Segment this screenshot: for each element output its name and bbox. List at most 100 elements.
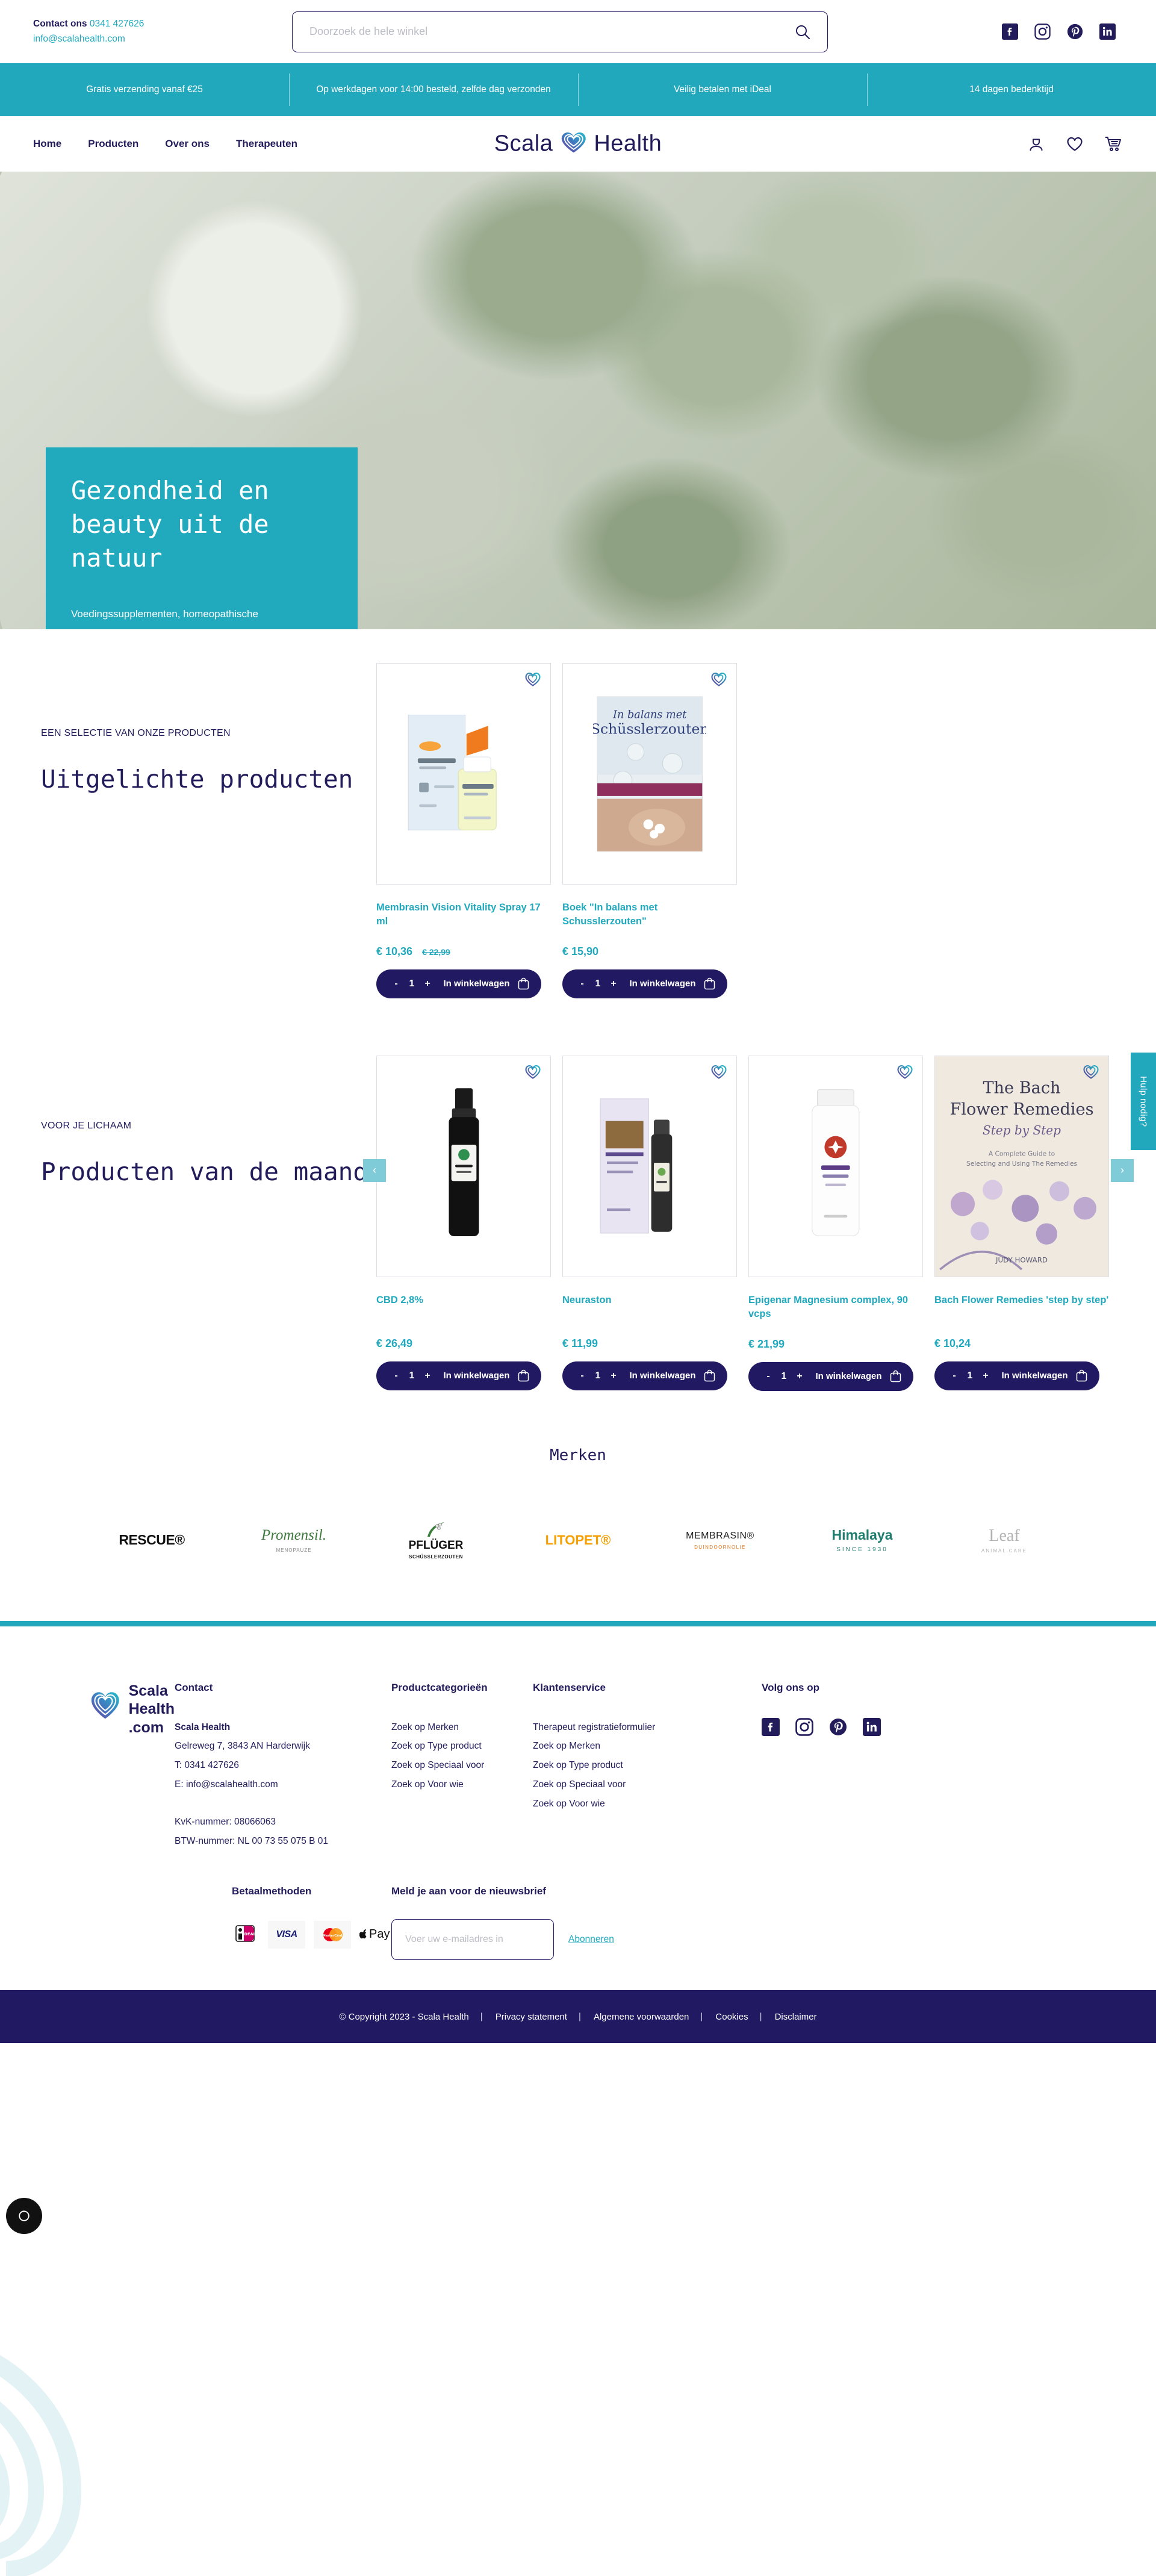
contact-label: Contact ons bbox=[33, 19, 87, 29]
product-image-box[interactable]: The Bach Flower Remedies Step by Step A … bbox=[934, 1056, 1109, 1277]
disclaimer-link[interactable]: Disclaimer bbox=[762, 2012, 830, 2022]
help-tab[interactable]: Hulp nodig? bbox=[1131, 1053, 1156, 1150]
quantity-increase-button[interactable]: + bbox=[606, 1370, 621, 1381]
email-link[interactable]: info@scalahealth.com bbox=[33, 32, 292, 46]
favorite-heart-icon[interactable] bbox=[897, 1065, 913, 1079]
product-name[interactable]: Boek "In balans met Schusslerzouten" bbox=[562, 901, 737, 929]
carousel-next-button[interactable]: › bbox=[1111, 1159, 1134, 1182]
cookies-link[interactable]: Cookies bbox=[702, 2012, 761, 2022]
carousel-prev-button[interactable]: ‹ bbox=[363, 1159, 386, 1182]
footer-service-link-therapeut[interactable]: Therapeut registratieformulier bbox=[533, 1718, 762, 1737]
brand-logo-promensil[interactable]: Promensil. MENOPAUZE bbox=[243, 1511, 344, 1569]
add-to-cart-button[interactable]: - 1 + In winkelwagen bbox=[934, 1361, 1099, 1390]
quantity-increase-button[interactable]: + bbox=[606, 978, 621, 989]
product-card[interactable]: Membrasin Vision Vitality Spray 17 ml € … bbox=[376, 663, 551, 998]
add-to-cart-label: In winkelwagen bbox=[435, 1370, 518, 1381]
pinterest-icon[interactable] bbox=[829, 1718, 847, 1736]
newsletter-subscribe-button[interactable]: Abonneren bbox=[568, 1934, 614, 1945]
product-card[interactable]: Neuraston € 11,99 - 1 + In winkelwagen bbox=[562, 1056, 737, 1391]
footer-cat-link-voor-wie[interactable]: Zoek op Voor wie bbox=[391, 1775, 533, 1794]
footer-logo-line2: Health bbox=[129, 1700, 175, 1719]
product-price-row: € 26,49 bbox=[376, 1337, 551, 1350]
linkedin-icon[interactable] bbox=[863, 1718, 881, 1736]
brand-logo-membrasin[interactable]: MEMBRASIN® DUINDOORNOLIE bbox=[670, 1511, 771, 1569]
phone-link[interactable]: 0341 427626 bbox=[90, 19, 144, 29]
search-input[interactable] bbox=[309, 25, 795, 38]
nav-link-over-ons[interactable]: Over ons bbox=[165, 138, 210, 150]
facebook-icon[interactable] bbox=[762, 1718, 780, 1736]
favorite-heart-icon[interactable] bbox=[525, 1065, 541, 1079]
product-image-box[interactable] bbox=[748, 1056, 923, 1277]
quantity-decrease-button[interactable]: - bbox=[574, 978, 590, 989]
product-card[interactable]: In balans met Schüsslerzouten Boek "In b… bbox=[562, 663, 737, 998]
footer-service-link-type-product[interactable]: Zoek op Type product bbox=[533, 1756, 762, 1775]
add-to-cart-button[interactable]: - 1 + In winkelwagen bbox=[748, 1362, 913, 1391]
product-name[interactable]: Epigenar Magnesium complex, 90 vcps bbox=[748, 1293, 923, 1322]
account-icon[interactable] bbox=[1028, 135, 1045, 152]
add-to-cart-button[interactable]: - 1 + In winkelwagen bbox=[562, 969, 727, 998]
wishlist-icon[interactable] bbox=[1066, 136, 1083, 152]
quantity-increase-button[interactable]: + bbox=[978, 1370, 993, 1381]
svg-text:iDEAL: iDEAL bbox=[243, 1932, 255, 1937]
footer-service-link-speciaal-voor[interactable]: Zoek op Speciaal voor bbox=[533, 1775, 762, 1794]
footer-cat-link-merken[interactable]: Zoek op Merken bbox=[391, 1718, 533, 1737]
facebook-icon[interactable] bbox=[1002, 23, 1018, 40]
privacy-statement-link[interactable]: Privacy statement bbox=[482, 2012, 580, 2022]
nav-link-therapeuten[interactable]: Therapeuten bbox=[236, 138, 297, 150]
pinterest-icon[interactable] bbox=[1067, 23, 1083, 40]
quantity-decrease-button[interactable]: - bbox=[946, 1370, 962, 1381]
site-logo[interactable]: Scala Health bbox=[494, 131, 662, 157]
quantity-value: 1 bbox=[404, 1370, 420, 1381]
favorite-heart-icon[interactable] bbox=[525, 672, 541, 686]
footer-logo[interactable]: Scala Health .com bbox=[90, 1682, 175, 1737]
footer-btw: BTW-nummer: NL 00 73 55 075 B 01 bbox=[175, 1832, 391, 1851]
favorite-heart-icon[interactable] bbox=[711, 1065, 727, 1079]
quantity-increase-button[interactable]: + bbox=[420, 1370, 435, 1381]
footer-service-link-voor-wie[interactable]: Zoek op Voor wie bbox=[533, 1794, 762, 1814]
product-name[interactable]: CBD 2,8% bbox=[376, 1293, 551, 1321]
add-to-cart-button[interactable]: - 1 + In winkelwagen bbox=[562, 1361, 727, 1390]
product-image-box[interactable] bbox=[562, 1056, 737, 1277]
featured-products-body: Membrasin Vision Vitality Spray 17 ml € … bbox=[376, 663, 1123, 998]
quantity-increase-button[interactable]: + bbox=[420, 978, 435, 989]
search-box[interactable] bbox=[292, 11, 828, 52]
linkedin-icon[interactable] bbox=[1099, 23, 1116, 40]
quantity-decrease-button[interactable]: - bbox=[574, 1370, 590, 1381]
instagram-icon[interactable] bbox=[795, 1718, 813, 1736]
product-image-box[interactable] bbox=[376, 663, 551, 885]
brand-logo-pfluger[interactable]: PFLÜGER SCHÜSSLERZOUTEN bbox=[385, 1511, 486, 1569]
footer-cat-link-type-product[interactable]: Zoek op Type product bbox=[391, 1737, 533, 1756]
product-name[interactable]: Neuraston bbox=[562, 1293, 737, 1321]
product-name[interactable]: Membrasin Vision Vitality Spray 17 ml bbox=[376, 901, 551, 929]
search-icon[interactable] bbox=[795, 24, 810, 40]
favorite-heart-icon[interactable] bbox=[711, 672, 727, 686]
brand-logo-litopet[interactable]: LITOPET® bbox=[527, 1511, 629, 1569]
instagram-icon[interactable] bbox=[1034, 23, 1051, 40]
brand-logo-rescue[interactable]: RESCUE® bbox=[101, 1511, 202, 1569]
footer-service-link-merken[interactable]: Zoek op Merken bbox=[533, 1737, 762, 1756]
add-to-cart-button[interactable]: - 1 + In winkelwagen bbox=[376, 1361, 541, 1390]
quantity-decrease-button[interactable]: - bbox=[388, 1370, 404, 1381]
brand-logo-himalaya[interactable]: Himalaya SINCE 1930 bbox=[812, 1511, 913, 1569]
terms-link[interactable]: Algemene voorwaarden bbox=[580, 2012, 702, 2022]
favorite-heart-icon[interactable] bbox=[1083, 1065, 1099, 1079]
brand-logo-leaf[interactable]: Leaf ANIMAL CARE bbox=[954, 1511, 1055, 1569]
product-card[interactable]: CBD 2,8% € 26,49 - 1 + In winkelwagen bbox=[376, 1056, 551, 1391]
product-name[interactable]: Bach Flower Remedies 'step by step' bbox=[934, 1293, 1109, 1321]
product-card[interactable]: Epigenar Magnesium complex, 90 vcps € 21… bbox=[748, 1056, 923, 1391]
cart-icon[interactable] bbox=[1105, 136, 1123, 152]
svg-text:Step by Step: Step by Step bbox=[983, 1123, 1061, 1137]
product-image-box[interactable]: In balans met Schüsslerzouten bbox=[562, 663, 737, 885]
add-to-cart-button[interactable]: - 1 + In winkelwagen bbox=[376, 969, 541, 998]
product-card[interactable]: The Bach Flower Remedies Step by Step A … bbox=[934, 1056, 1109, 1391]
quantity-increase-button[interactable]: + bbox=[792, 1371, 807, 1382]
newsletter-email-input[interactable] bbox=[391, 1919, 554, 1960]
brands-section: Merken RESCUE® Promensil. MENOPAUZE PFLÜ… bbox=[0, 1391, 1156, 1621]
nav-link-producten[interactable]: Producten bbox=[88, 138, 138, 150]
nav-link-home[interactable]: Home bbox=[33, 138, 61, 150]
quantity-decrease-button[interactable]: - bbox=[388, 978, 404, 989]
footer-cat-link-speciaal-voor[interactable]: Zoek op Speciaal voor bbox=[391, 1756, 533, 1775]
product-image-box[interactable] bbox=[376, 1056, 551, 1277]
quantity-decrease-button[interactable]: - bbox=[760, 1371, 776, 1382]
cookie-settings-icon[interactable] bbox=[6, 2198, 42, 2234]
